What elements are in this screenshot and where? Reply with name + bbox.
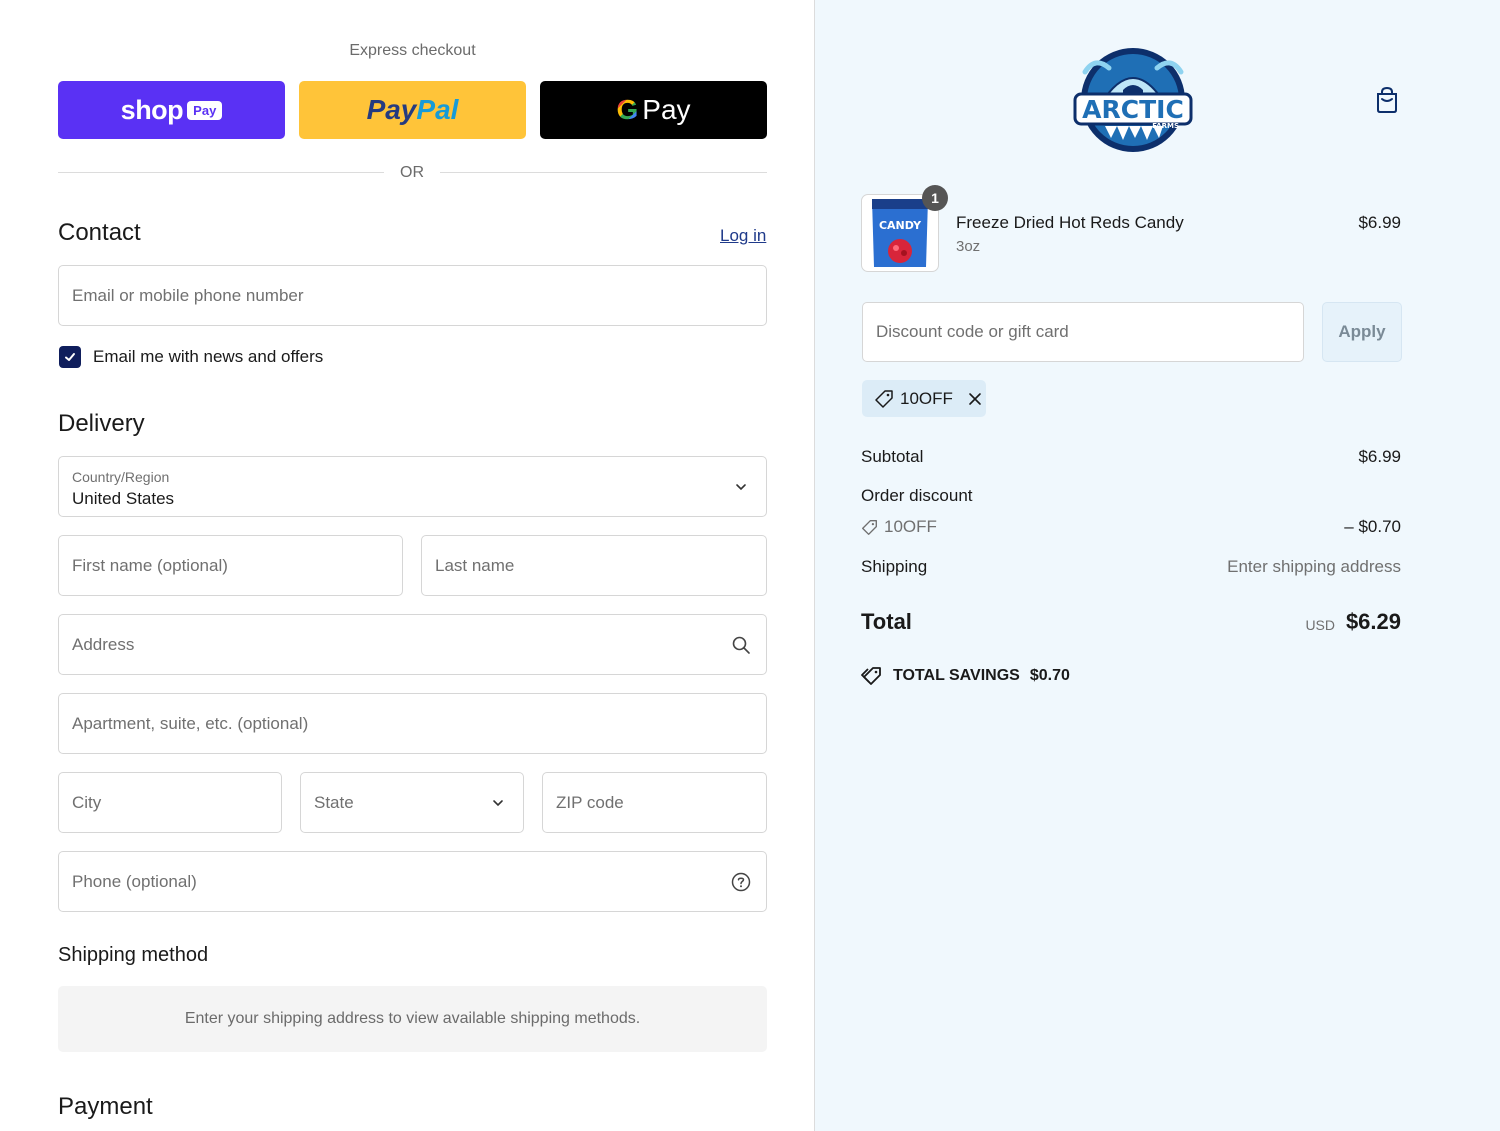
subtotal-value: $6.99 — [1358, 447, 1401, 466]
delivery-heading: Delivery — [58, 410, 145, 437]
product-name: Freeze Dried Hot Reds Candy — [956, 213, 1184, 232]
product-price: $6.99 — [1358, 213, 1401, 232]
shop-pay-logo: shop — [120, 94, 184, 125]
zip-placeholder: ZIP code — [556, 792, 624, 812]
shipping-value: Enter shipping address — [1227, 557, 1401, 576]
applied-discount-tag: 10OFF — [862, 380, 986, 417]
chevron-down-icon — [487, 792, 509, 814]
shopping-bag-icon[interactable] — [1374, 86, 1400, 114]
city-placeholder: City — [72, 792, 102, 812]
arctic-farms-logo[interactable]: ARCTIC FARMS — [1071, 42, 1195, 156]
svg-text:ARCTIC: ARCTIC — [1082, 95, 1184, 124]
shipping-label: Shipping — [861, 557, 928, 576]
quantity-badge: 1 — [922, 185, 948, 211]
close-icon[interactable] — [965, 389, 985, 409]
paypal-button[interactable]: PayPal — [299, 81, 526, 139]
paypal-logo: PayPal — [366, 94, 459, 125]
divider-right — [440, 172, 767, 173]
applied-code-text: 10OFF — [900, 388, 953, 408]
address-placeholder: Address — [72, 634, 135, 654]
chevron-down-icon — [730, 476, 752, 498]
country-select[interactable]: Country/Region United States — [58, 456, 767, 517]
google-g-icon: G — [616, 94, 639, 125]
tag-icon — [862, 519, 877, 535]
apply-button[interactable]: Apply — [1322, 302, 1402, 362]
zip-code-field[interactable]: ZIP code — [542, 772, 767, 833]
help-circle-icon[interactable] — [730, 871, 752, 893]
newsletter-label: Email me with news and offers — [93, 347, 324, 366]
product-variant: 3oz — [956, 238, 981, 255]
address-field[interactable]: Address — [58, 614, 767, 675]
divider-left — [58, 172, 384, 173]
first-name-placeholder: First name (optional) — [72, 555, 228, 575]
apartment-field[interactable]: Apartment, suite, etc. (optional) — [58, 693, 767, 754]
checkmark-icon — [65, 353, 75, 361]
phone-placeholder: Phone (optional) — [72, 871, 197, 891]
state-select[interactable]: State — [300, 772, 524, 833]
savings-tag-icon — [861, 667, 881, 685]
log-in-link[interactable]: Log in — [720, 226, 767, 246]
order-discount-label: Order discount — [861, 486, 973, 505]
shop-pay-badge: Pay — [187, 100, 223, 120]
tag-icon — [875, 389, 893, 408]
order-summary-panel: ARCTIC FARMS CANDY 1 Freeze Dried Hot Re… — [814, 0, 1500, 1131]
discount-placeholder: Discount code or gift card — [876, 322, 1069, 341]
product-thumbnail: CANDY 1 — [861, 185, 948, 272]
google-pay-button[interactable]: G Pay — [540, 81, 767, 139]
discount-code-field[interactable]: Discount code or gift card — [862, 302, 1304, 362]
google-pay-logo: G Pay — [616, 94, 691, 125]
email-placeholder: Email or mobile phone number — [72, 285, 304, 305]
contact-heading: Contact — [58, 219, 141, 246]
express-checkout-title: Express checkout — [349, 42, 476, 59]
shop-pay-button[interactable]: shop Pay — [58, 81, 285, 139]
country-value: United States — [72, 489, 175, 508]
order-discount-value: – $0.70 — [1344, 517, 1401, 536]
last-name-placeholder: Last name — [435, 555, 515, 575]
total-currency: USD — [1305, 617, 1335, 633]
city-field[interactable]: City — [58, 772, 282, 833]
last-name-field[interactable]: Last name — [421, 535, 767, 596]
order-discount-code: 10OFF — [861, 517, 937, 537]
search-icon — [730, 634, 752, 656]
total-savings-value: $0.70 — [1029, 667, 1070, 684]
state-placeholder: State — [314, 792, 354, 812]
shipping-method-heading: Shipping method — [58, 944, 209, 966]
or-divider-text: OR — [400, 164, 424, 181]
email-field[interactable]: Email or mobile phone number — [58, 265, 767, 326]
total-savings-label: TOTAL SAVINGS — [893, 667, 1020, 684]
country-label: Country/Region — [72, 469, 170, 485]
svg-text:CANDY: CANDY — [879, 219, 922, 232]
total-value: $6.29 — [1345, 609, 1401, 634]
apartment-placeholder: Apartment, suite, etc. (optional) — [72, 713, 309, 733]
payment-heading: Payment — [58, 1093, 153, 1120]
shipping-method-message: Enter your shipping address to view avai… — [58, 986, 767, 1052]
total-label: Total — [861, 609, 912, 634]
subtotal-label: Subtotal — [861, 447, 924, 466]
first-name-field[interactable]: First name (optional) — [58, 535, 403, 596]
newsletter-checkbox[interactable] — [59, 346, 81, 368]
checkout-form-panel: Express checkout shop Pay PayPal G Pay O… — [0, 0, 814, 1131]
total-savings: TOTAL SAVINGS $0.70 — [861, 666, 1070, 686]
phone-field[interactable]: Phone (optional) — [58, 851, 767, 912]
